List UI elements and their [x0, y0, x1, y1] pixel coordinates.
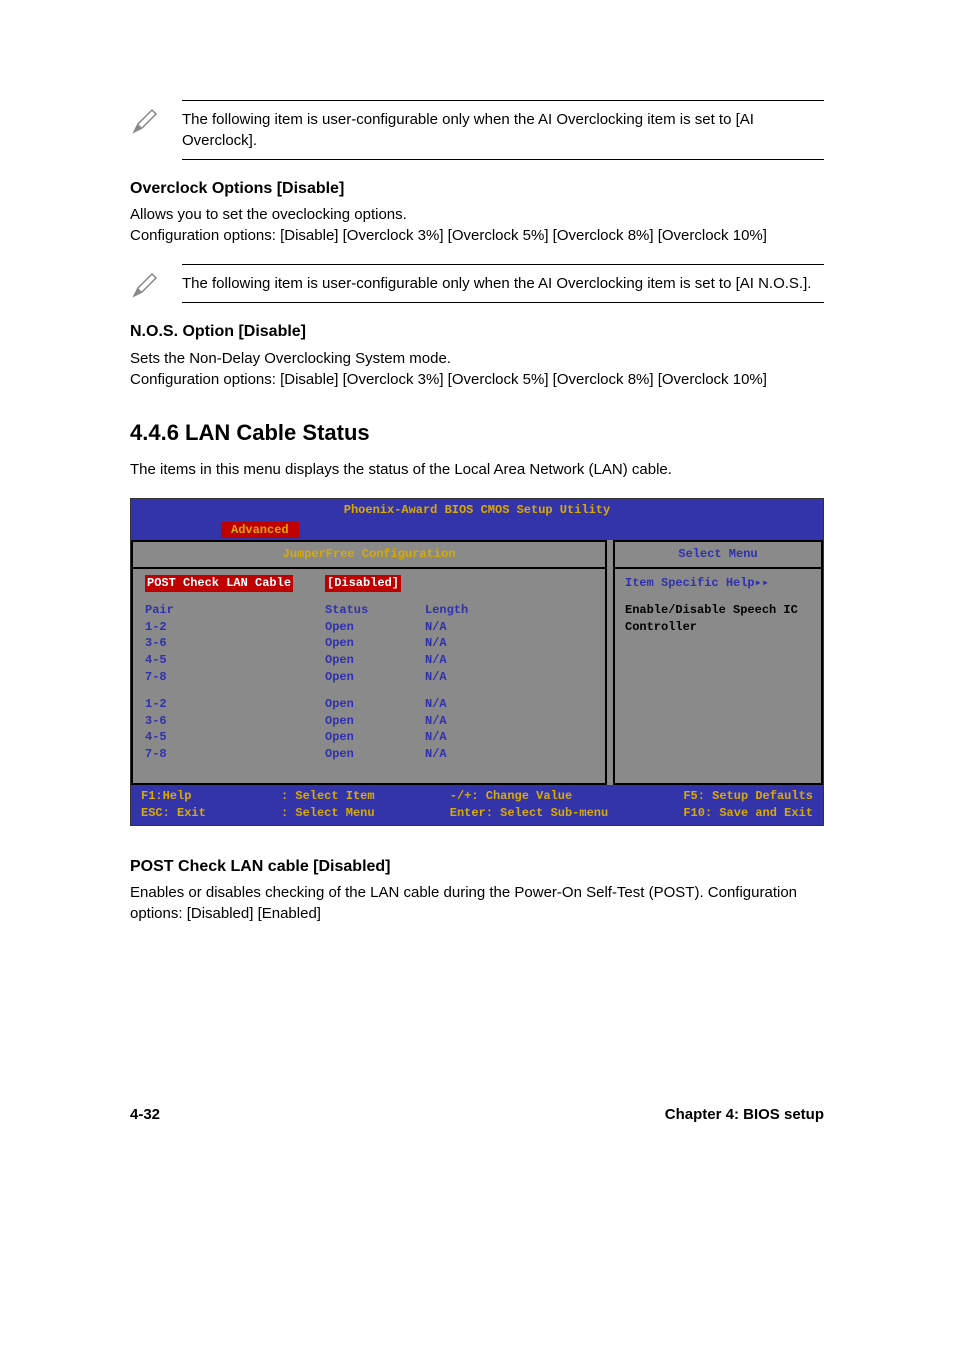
nos-option-heading: N.O.S. Option [Disable] [130, 321, 824, 343]
bios-right-title: Select Menu [615, 542, 821, 569]
table-row: 7-8OpenN/A [145, 669, 593, 686]
footer-mid1: : Select Item : Select Menu [281, 788, 375, 822]
status-cell: Open [325, 669, 425, 686]
pair-cell: 7-8 [145, 746, 325, 763]
item-specific-help: Item Specific Help▸▸ [625, 575, 811, 592]
post-check-label: POST Check LAN Cable [145, 575, 293, 592]
pencil-icon [130, 104, 162, 136]
chapter-label: Chapter 4: BIOS setup [665, 1104, 824, 1125]
bios-right-content: Item Specific Help▸▸ Enable/Disable Spee… [615, 569, 821, 641]
bios-tab-row: Advanced [131, 521, 823, 540]
post-check-value: [Disabled] [325, 575, 401, 592]
pencil-icon [130, 268, 162, 300]
length-cell: N/A [425, 619, 505, 636]
nos-line1: Sets the Non-Delay Overclocking System m… [130, 350, 451, 367]
post-check-heading: POST Check LAN cable [Disabled] [130, 856, 824, 878]
overclock-options-heading: Overclock Options [Disable] [130, 178, 824, 200]
length-cell: N/A [425, 635, 505, 652]
bios-content: POST Check LAN Cable [Disabled] Pair Sta… [133, 569, 605, 783]
pair-cell: 3-6 [145, 635, 325, 652]
page-footer: 4-32 Chapter 4: BIOS setup [130, 1104, 824, 1125]
status-cell: Open [325, 635, 425, 652]
bios-highlighted-row[interactable]: POST Check LAN Cable [Disabled] [145, 575, 593, 592]
overclock-line1: Allows you to set the oveclocking option… [130, 206, 407, 223]
pair-cell: 4-5 [145, 729, 325, 746]
bios-body: JumperFree Configuration POST Check LAN … [131, 540, 823, 785]
footer-left: F1:Help ESC: Exit [141, 788, 206, 822]
length-cell: N/A [425, 746, 505, 763]
length-cell: N/A [425, 713, 505, 730]
status-cell: Open [325, 652, 425, 669]
length-cell: N/A [425, 652, 505, 669]
pair-cell: 3-6 [145, 713, 325, 730]
footer-mid2: -/+: Change Value Enter: Select Sub-menu [450, 788, 608, 822]
bios-left-panel: JumperFree Configuration POST Check LAN … [131, 540, 607, 785]
bios-header-row: Pair Status Length [145, 602, 593, 619]
header-pair: Pair [145, 602, 325, 619]
table-row: 1-2OpenN/A [145, 619, 593, 636]
length-cell: N/A [425, 669, 505, 686]
pair-cell: 4-5 [145, 652, 325, 669]
length-cell: N/A [425, 729, 505, 746]
nos-line2: Configuration options: [Disable] [Overcl… [130, 371, 767, 388]
note-text-1: The following item is user-configurable … [182, 100, 824, 160]
bios-right-panel: Select Menu Item Specific Help▸▸ Enable/… [613, 540, 823, 785]
footer-right: F5: Setup Defaults F10: Save and Exit [683, 788, 813, 822]
bios-left-title: JumperFree Configuration [133, 542, 605, 569]
note-text-2: The following item is user-configurable … [182, 264, 824, 303]
header-status: Status [325, 602, 425, 619]
table-row: 1-2OpenN/A [145, 696, 593, 713]
note-block-1: The following item is user-configurable … [130, 100, 824, 160]
pair-cell: 7-8 [145, 669, 325, 686]
post-check-desc: Enables or disables checking of the LAN … [130, 882, 824, 924]
bios-screen: Phoenix-Award BIOS CMOS Setup Utility Ad… [130, 498, 824, 826]
table-row: 4-5OpenN/A [145, 729, 593, 746]
bios-title: Phoenix-Award BIOS CMOS Setup Utility [131, 499, 823, 522]
pair-cell: 1-2 [145, 619, 325, 636]
page-number: 4-32 [130, 1104, 160, 1125]
length-cell: N/A [425, 696, 505, 713]
table-row: 7-8OpenN/A [145, 746, 593, 763]
status-cell: Open [325, 619, 425, 636]
status-cell: Open [325, 729, 425, 746]
help-text: Enable/Disable Speech IC Controller [625, 602, 811, 636]
note-block-2: The following item is user-configurable … [130, 264, 824, 303]
status-cell: Open [325, 696, 425, 713]
table-row: 3-6OpenN/A [145, 635, 593, 652]
table-row: 3-6OpenN/A [145, 713, 593, 730]
table-row: 4-5OpenN/A [145, 652, 593, 669]
pair-cell: 1-2 [145, 696, 325, 713]
header-length: Length [425, 602, 505, 619]
status-cell: Open [325, 746, 425, 763]
lan-cable-status-desc: The items in this menu displays the stat… [130, 459, 824, 480]
overclock-line2: Configuration options: [Disable] [Overcl… [130, 227, 767, 244]
lan-cable-status-heading: 4.4.6 LAN Cable Status [130, 418, 824, 449]
bios-footer: F1:Help ESC: Exit : Select Item : Select… [131, 785, 823, 825]
overclock-options-body: Allows you to set the oveclocking option… [130, 204, 824, 246]
nos-option-body: Sets the Non-Delay Overclocking System m… [130, 348, 824, 390]
bios-tab-advanced[interactable]: Advanced [221, 522, 299, 538]
status-cell: Open [325, 713, 425, 730]
